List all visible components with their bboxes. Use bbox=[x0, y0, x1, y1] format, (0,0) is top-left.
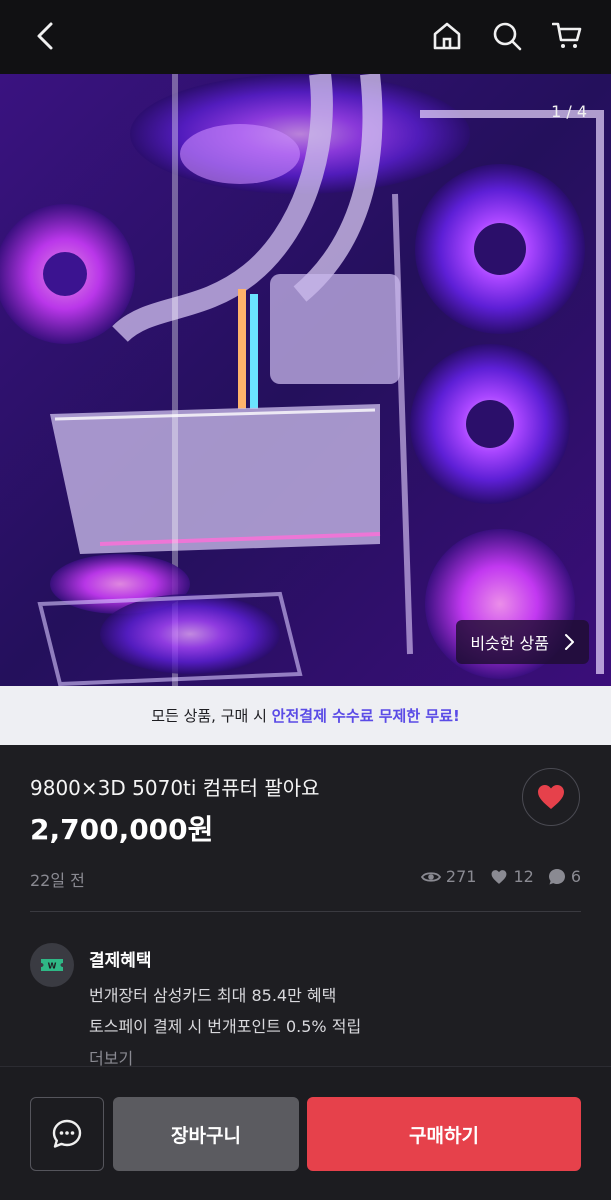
product-image-carousel[interactable]: 1 / 4 비슷한 상품 bbox=[0, 74, 611, 686]
benefit-line-1: 번개장터 삼성카드 최대 85.4만 혜택 bbox=[89, 986, 337, 1005]
divider bbox=[30, 911, 581, 912]
cart-button[interactable] bbox=[545, 14, 589, 58]
ticket-icon: W bbox=[41, 959, 63, 971]
chats-stat: 6 bbox=[548, 867, 581, 886]
product-title: 9800×3D 5070ti 컴퓨터 팔아요 bbox=[30, 776, 320, 800]
product-photo bbox=[0, 74, 611, 686]
ticket-icon-label: W bbox=[48, 962, 57, 971]
benefit-icon: W bbox=[30, 943, 74, 987]
heart-outline-icon bbox=[492, 869, 507, 884]
image-counter: 1 / 4 bbox=[551, 102, 587, 121]
benefit-title: 결제혜택 bbox=[89, 951, 152, 971]
similar-products-label: 비슷한 상품 bbox=[470, 634, 549, 653]
views-count: 271 bbox=[445, 867, 477, 886]
search-icon bbox=[493, 22, 522, 51]
back-button[interactable] bbox=[24, 14, 68, 58]
chat-icon bbox=[52, 1119, 82, 1148]
home-button[interactable] bbox=[425, 14, 469, 58]
chats-count: 6 bbox=[570, 867, 581, 886]
top-bar bbox=[0, 0, 611, 74]
views-stat: 271 bbox=[420, 867, 477, 886]
likes-stat: 12 bbox=[490, 867, 534, 886]
likes-count: 12 bbox=[513, 867, 534, 886]
eye-icon bbox=[420, 871, 441, 882]
heart-icon bbox=[538, 785, 564, 809]
product-price: 2,700,000원 bbox=[30, 813, 214, 846]
safe-payment-banner[interactable]: 모든 상품, 구매 시 안전결제 수수료 무제한 무료! bbox=[0, 686, 611, 745]
notice-highlight: 안전결제 수수료 무제한 무료! bbox=[271, 707, 460, 725]
chevron-right-icon bbox=[565, 634, 574, 650]
home-icon bbox=[433, 22, 461, 50]
search-button[interactable] bbox=[485, 14, 529, 58]
favorite-button[interactable] bbox=[522, 768, 580, 826]
chevron-left-icon bbox=[37, 22, 53, 50]
bottom-action-bar: 장바구니 구매하기 bbox=[0, 1066, 611, 1200]
chat-button[interactable] bbox=[30, 1097, 104, 1171]
posted-time: 22일 전 bbox=[30, 871, 85, 890]
buy-button[interactable]: 구매하기 bbox=[307, 1097, 581, 1171]
similar-products-button[interactable]: 비슷한 상품 bbox=[456, 620, 589, 664]
cart-icon bbox=[552, 22, 582, 48]
product-stats: 271 12 6 bbox=[407, 867, 581, 886]
notice-prefix: 모든 상품, 구매 시 bbox=[151, 707, 272, 725]
chat-bubble-icon bbox=[548, 868, 565, 884]
benefit-line-2: 토스페이 결제 시 번개포인트 0.5% 적립 bbox=[89, 1017, 362, 1036]
add-to-cart-button[interactable]: 장바구니 bbox=[113, 1097, 299, 1171]
